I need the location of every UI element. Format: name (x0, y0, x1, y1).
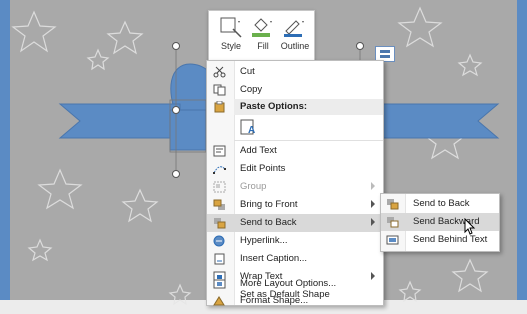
layout-options-icon (380, 50, 390, 58)
paste-options-header: Paste Options: (234, 99, 383, 115)
resize-handle[interactable] (172, 42, 180, 50)
menu-item-more-layout-options[interactable]: More Layout Options... (207, 275, 383, 293)
group-icon (213, 181, 226, 193)
submenu-arrow-icon (371, 218, 375, 226)
layout-options-icon (213, 279, 226, 289)
menu-item-group[interactable]: Group (207, 178, 383, 196)
menu-divider (234, 140, 383, 141)
fill-label: Fill (257, 41, 269, 51)
outline-button[interactable]: Outline (279, 15, 311, 59)
outline-label: Outline (280, 41, 310, 51)
menu-item-hyperlink[interactable]: Hyperlink... (207, 232, 383, 250)
format-shape-icon (213, 296, 225, 306)
paint-bucket-icon (252, 18, 272, 37)
style-label: Style (220, 41, 241, 51)
send-to-back-submenu: Send to Back Send Backward Send Behind T… (380, 193, 500, 252)
menu-item-send-to-back[interactable]: Send to Back (207, 214, 383, 232)
submenu-item-send-behind-text[interactable]: Send Behind Text (381, 231, 499, 249)
edit-points-icon (213, 166, 226, 174)
text-box-icon (213, 145, 226, 157)
send-backward-icon (387, 217, 399, 228)
menu-item-bring-to-front[interactable]: Bring to Front (207, 196, 383, 214)
svg-text:A: A (248, 125, 255, 136)
resize-handle[interactable] (356, 42, 364, 50)
menu-item-add-text[interactable]: Add Text (207, 142, 383, 160)
submenu-arrow-icon (371, 200, 375, 208)
submenu-item-send-backward[interactable]: Send Backward (381, 213, 499, 231)
pen-outline-icon (284, 20, 304, 37)
clipboard-icon (214, 101, 225, 113)
menu-item-cut[interactable]: Cut (207, 63, 383, 81)
style-button[interactable]: Style (215, 15, 247, 59)
mouse-pointer-icon (464, 218, 476, 235)
send-to-back-icon (214, 218, 226, 229)
paste-text-icon: A (240, 119, 255, 136)
send-to-back-icon (387, 199, 399, 210)
resize-handle[interactable] (172, 170, 180, 178)
send-behind-text-icon (386, 235, 399, 245)
caption-icon (214, 253, 225, 265)
copy-icon (213, 84, 226, 96)
shape-style-icon (220, 17, 242, 38)
resize-handle[interactable] (172, 106, 180, 114)
fill-button[interactable]: Fill (247, 15, 279, 59)
context-menu: Cut Copy Paste Options: A Add Text Edit … (206, 60, 384, 306)
scissors-icon (213, 66, 226, 78)
menu-item-edit-points[interactable]: Edit Points (207, 160, 383, 178)
menu-item-format-shape[interactable]: Format Shape... (207, 292, 383, 310)
mini-toolbar: Style Fill Outline (208, 10, 315, 64)
submenu-item-send-to-back[interactable]: Send to Back (381, 195, 499, 213)
bring-to-front-icon (213, 199, 225, 210)
paste-keep-text-only-button[interactable]: A (240, 118, 258, 136)
menu-item-insert-caption[interactable]: Insert Caption... (207, 250, 383, 268)
hyperlink-icon (213, 235, 225, 247)
submenu-arrow-icon (371, 182, 375, 190)
menu-item-copy[interactable]: Copy (207, 81, 383, 99)
